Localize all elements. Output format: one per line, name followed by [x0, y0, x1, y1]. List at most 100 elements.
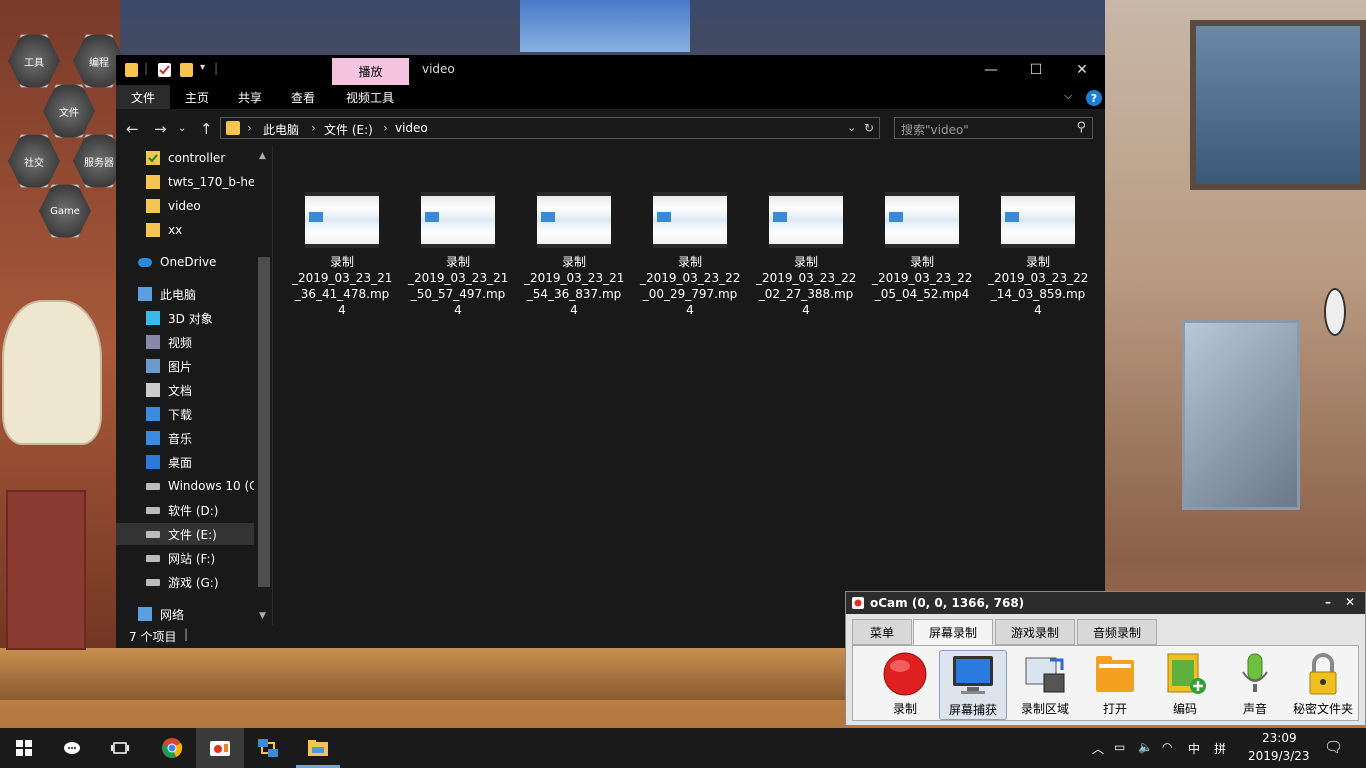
sound-button[interactable]: 声音: [1221, 650, 1289, 720]
help-icon[interactable]: ?: [1086, 90, 1102, 106]
check-folder-icon: [146, 151, 160, 165]
nav-item[interactable]: xx: [116, 219, 254, 241]
nav-item[interactable]: 图片: [116, 355, 254, 377]
properties-check-icon[interactable]: [158, 63, 171, 77]
network-tool-icon[interactable]: [244, 728, 292, 768]
nav-item[interactable]: 文档: [116, 379, 254, 401]
record-button[interactable]: 录制: [871, 650, 939, 720]
nav-item[interactable]: 3D 对象: [116, 307, 254, 329]
cortana-chat-icon[interactable]: [48, 728, 96, 768]
close-icon[interactable]: ✕: [1060, 59, 1104, 81]
search-input[interactable]: 搜索"video" ⚲: [894, 117, 1093, 139]
address-bar[interactable]: › 此电脑 › 文件 (E:) › video ⌄ ↻: [220, 117, 880, 139]
nav-item[interactable]: Windows 10 (C: [116, 475, 254, 497]
nav-item[interactable]: 网站 (F:): [116, 547, 254, 569]
nav-item[interactable]: 软件 (D:): [116, 499, 254, 521]
nav-item[interactable]: 视频: [116, 331, 254, 353]
tab-home[interactable]: 主页: [173, 85, 221, 109]
tab-video-tools[interactable]: 视频工具: [334, 85, 406, 109]
separator: |: [144, 61, 149, 75]
refresh-icon[interactable]: ↻: [864, 121, 874, 135]
up-arrow-icon[interactable]: ↑: [200, 120, 213, 138]
scroll-up-icon[interactable]: ▲: [259, 151, 266, 161]
video-file-item[interactable]: 录制 _2019_03_23_21 _36_41_478.mp 4: [292, 192, 392, 318]
back-arrow-icon[interactable]: ←: [126, 120, 139, 138]
nav-item[interactable]: 下载: [116, 403, 254, 425]
nav-item[interactable]: 桌面: [116, 451, 254, 473]
network-icon: [138, 607, 152, 621]
nav-item[interactable]: video: [116, 195, 254, 217]
video-file-item[interactable]: 录制 _2019_03_23_22 _00_29_797.mp 4: [640, 192, 740, 318]
task-view-icon[interactable]: [96, 728, 144, 768]
video-file-item[interactable]: 录制 _2019_03_23_22 _05_04_52.mp4: [872, 192, 972, 302]
recent-locations-icon[interactable]: ⌄: [178, 123, 186, 134]
notification-icon[interactable]: 🗨: [1324, 738, 1343, 756]
chrome-icon[interactable]: [148, 728, 196, 768]
wifi-icon[interactable]: ◠: [1162, 740, 1172, 754]
ime-mode[interactable]: 拼: [1214, 740, 1226, 757]
tab-view[interactable]: 查看: [279, 85, 327, 109]
maximize-icon[interactable]: ☐: [1014, 59, 1058, 81]
nav-item[interactable]: 音乐: [116, 427, 254, 449]
nav-item[interactable]: twts_170_b-her: [116, 171, 254, 193]
navigation-pane-scrollbar[interactable]: ▲ ▼: [256, 147, 272, 625]
nav-item[interactable]: 网络: [116, 603, 254, 625]
video-file-item[interactable]: 录制 _2019_03_23_21 _50_57_497.mp 4: [408, 192, 508, 318]
close-icon[interactable]: ✕: [1345, 595, 1355, 609]
screen-capture-button[interactable]: 屏幕捕获: [939, 650, 1007, 720]
open-button[interactable]: 打开: [1081, 650, 1149, 720]
tab-audio-recording[interactable]: 音频录制: [1077, 619, 1157, 645]
file-name-line: 录制: [445, 255, 470, 269]
tab-file[interactable]: 文件: [116, 85, 170, 109]
search-placeholder: 搜索"video": [901, 123, 969, 137]
minimize-icon[interactable]: —: [969, 59, 1013, 81]
expand-ribbon-icon[interactable]: ⌵: [1064, 89, 1072, 103]
nav-item[interactable]: 文件 (E:): [116, 523, 254, 545]
open-label: 打开: [1102, 702, 1127, 716]
video-file-item[interactable]: 录制 _2019_03_23_22 _02_27_388.mp 4: [756, 192, 856, 318]
video-thumbnail: [759, 192, 853, 248]
minimize-icon[interactable]: –: [1325, 595, 1331, 609]
record-area-button[interactable]: 录制区域: [1011, 650, 1079, 720]
encode-button[interactable]: 编码: [1151, 650, 1219, 720]
start-windows-icon[interactable]: [0, 728, 48, 768]
nav-item[interactable]: 此电脑: [116, 283, 254, 305]
scrollbar-thumb[interactable]: [258, 257, 270, 587]
file-explorer-taskbar-icon[interactable]: [294, 728, 342, 768]
ocam-title-bar: oCam (0, 0, 1366, 768) – ✕: [846, 592, 1365, 614]
nav-item[interactable]: 游戏 (G:): [116, 571, 254, 593]
nav-item-label: 此电脑: [160, 287, 197, 302]
ocam-taskbar-icon[interactable]: [196, 728, 244, 768]
tab-screen-recording[interactable]: 屏幕录制: [913, 619, 993, 645]
forward-arrow-icon[interactable]: →: [154, 120, 167, 138]
clock-date[interactable]: 2019/3/23: [1248, 749, 1310, 763]
ime-language[interactable]: 中: [1188, 740, 1200, 757]
file-name-line: 4: [1034, 303, 1042, 317]
tab-game-recording[interactable]: 游戏录制: [995, 619, 1075, 645]
battery-icon[interactable]: ▭: [1114, 740, 1125, 754]
clock-time[interactable]: 23:09: [1262, 731, 1297, 745]
tab-play-context[interactable]: 播放: [332, 58, 409, 85]
video-file-item[interactable]: 录制 _2019_03_23_21 _54_36_837.mp 4: [524, 192, 624, 318]
secret-folder-button[interactable]: 秘密文件夹: [1289, 650, 1357, 720]
nav-item-label: 3D 对象: [168, 311, 213, 326]
new-folder-icon[interactable]: [180, 63, 193, 77]
scroll-down-icon[interactable]: ▼: [259, 611, 266, 621]
breadcrumb-drive-e[interactable]: 文件 (E:): [324, 121, 373, 138]
volume-icon[interactable]: 🔈: [1138, 740, 1153, 754]
chevron-right-icon: ›: [311, 121, 316, 135]
tab-menu[interactable]: 菜单: [852, 619, 912, 645]
tab-share[interactable]: 共享: [226, 85, 274, 109]
breadcrumb-this-pc[interactable]: 此电脑: [263, 121, 299, 138]
search-icon[interactable]: ⚲: [1076, 120, 1086, 135]
address-dropdown-icon[interactable]: ⌄: [847, 121, 856, 134]
nav-item[interactable]: OneDrive: [116, 251, 254, 273]
nav-item[interactable]: controller: [116, 147, 254, 169]
file-name-line: 4: [802, 303, 810, 317]
quick-access-dropdown-icon[interactable]: ▾: [200, 62, 205, 73]
breadcrumb-video[interactable]: video: [395, 121, 428, 135]
video-file-item[interactable]: 录制 _2019_03_23_22 _14_03_859.mp 4: [988, 192, 1088, 318]
separator: |: [214, 61, 219, 75]
file-name-line: 4: [686, 303, 694, 317]
show-hidden-icons-icon[interactable]: ︿: [1092, 740, 1104, 757]
